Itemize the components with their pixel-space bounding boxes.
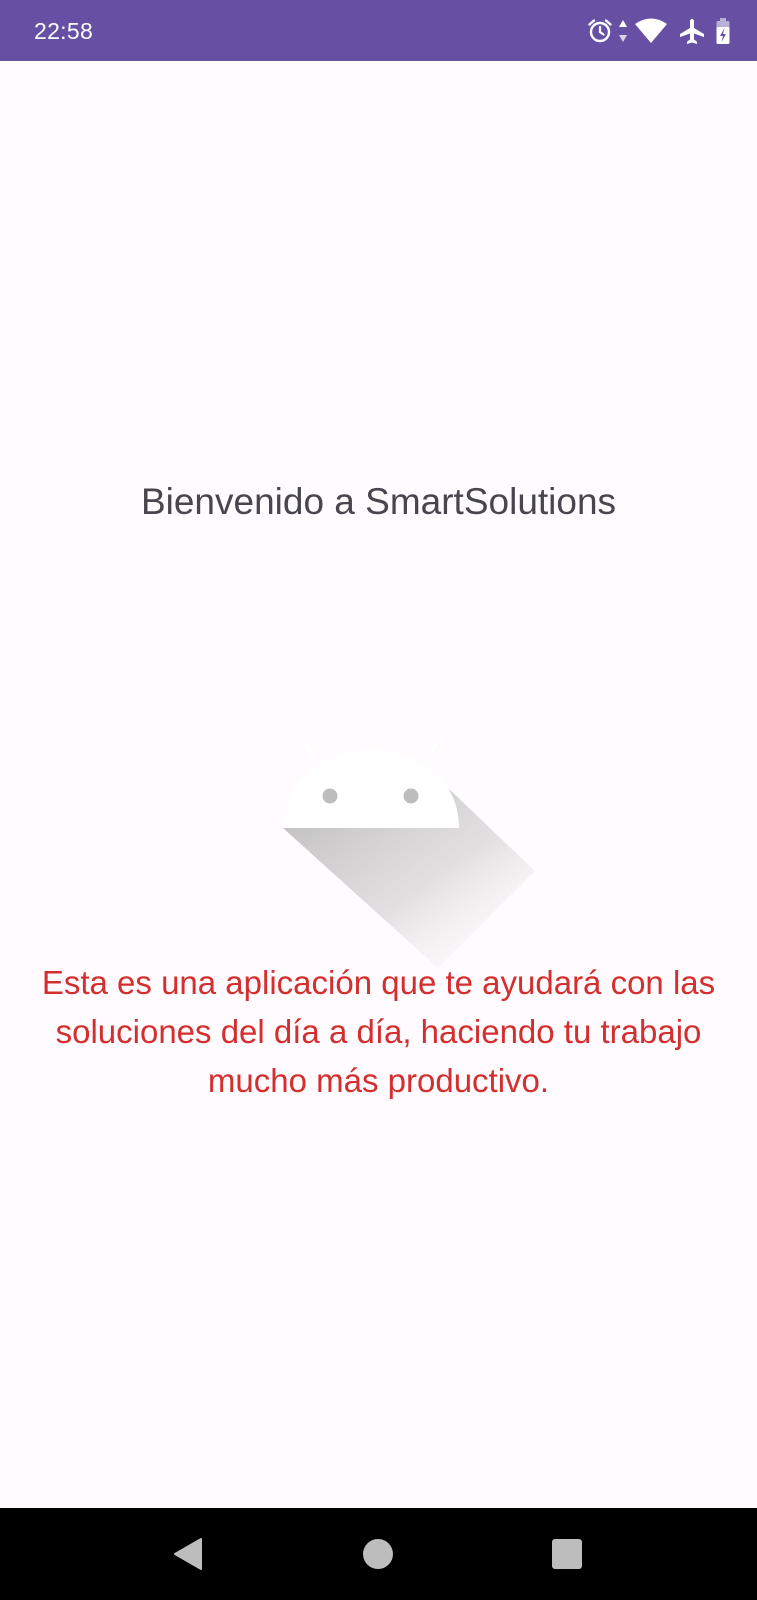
welcome-title: Bienvenido a SmartSolutions [140,481,617,522]
back-button[interactable] [167,1532,211,1576]
alarm-icon [586,17,614,45]
back-icon [174,1538,202,1570]
wifi-icon [634,17,668,45]
home-button[interactable] [356,1532,400,1576]
recents-button[interactable] [545,1532,589,1576]
recents-icon [552,1539,582,1569]
battery-charging-icon [715,17,731,45]
status-bar: 22:58 [0,0,757,61]
home-icon [363,1539,393,1569]
status-icons [586,15,731,47]
airplane-mode-icon [678,17,706,45]
app-description: Esta es una aplicación que te ayudará co… [41,964,716,1099]
status-time: 22:58 [34,18,94,44]
data-activity-icon [617,17,629,45]
android-logo [283,671,553,1001]
main-content: Bienvenido a SmartSolutions Esta es una … [0,61,757,1508]
navigation-bar [0,1508,757,1600]
